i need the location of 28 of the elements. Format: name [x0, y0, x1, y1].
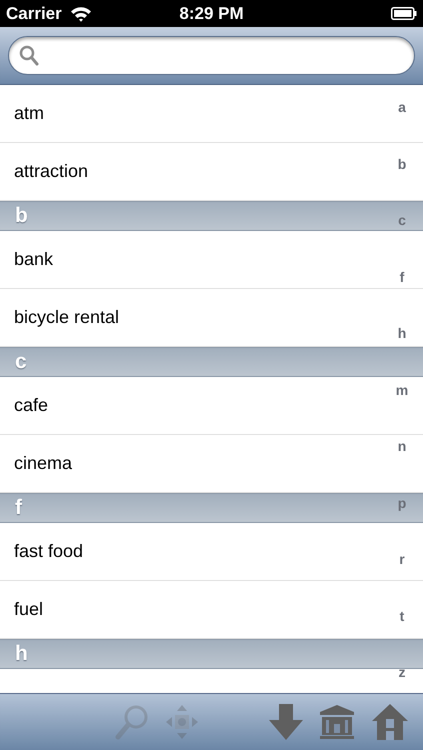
- index-letter[interactable]: c: [394, 212, 410, 268]
- section-header: h: [0, 639, 423, 669]
- index-letter[interactable]: r: [394, 551, 410, 608]
- index-letter[interactable]: f: [394, 268, 410, 325]
- search-icon: [115, 704, 149, 740]
- wifi-icon: [70, 6, 92, 22]
- index-letter[interactable]: b: [394, 156, 410, 212]
- home-icon: [371, 703, 409, 741]
- bank-icon: [319, 704, 355, 740]
- battery-icon: [391, 7, 417, 20]
- list-item[interactable]: bicycle rental: [14, 304, 120, 331]
- list-item[interactable]: atm: [14, 100, 44, 127]
- clock-time: 8:29 PM: [179, 4, 244, 23]
- section-header: c: [0, 347, 423, 377]
- list-item[interactable]: bank: [14, 246, 54, 273]
- index-letter[interactable]: a: [394, 99, 410, 156]
- list-item[interactable]: cafe: [14, 392, 48, 419]
- list-item[interactable]: cinema: [14, 450, 72, 477]
- index-letter[interactable]: n: [394, 438, 410, 494]
- down-arrow-icon: [268, 704, 304, 740]
- move-icon: [165, 704, 199, 740]
- list-item[interactable]: fast food: [14, 538, 84, 565]
- index-letter[interactable]: m: [394, 382, 410, 438]
- search-icon: [19, 45, 39, 66]
- list-item[interactable]: fuel: [14, 596, 44, 623]
- search-field[interactable]: [8, 36, 415, 75]
- list-item[interactable]: attraction: [14, 158, 88, 185]
- carrier-name: Carrier: [6, 2, 62, 25]
